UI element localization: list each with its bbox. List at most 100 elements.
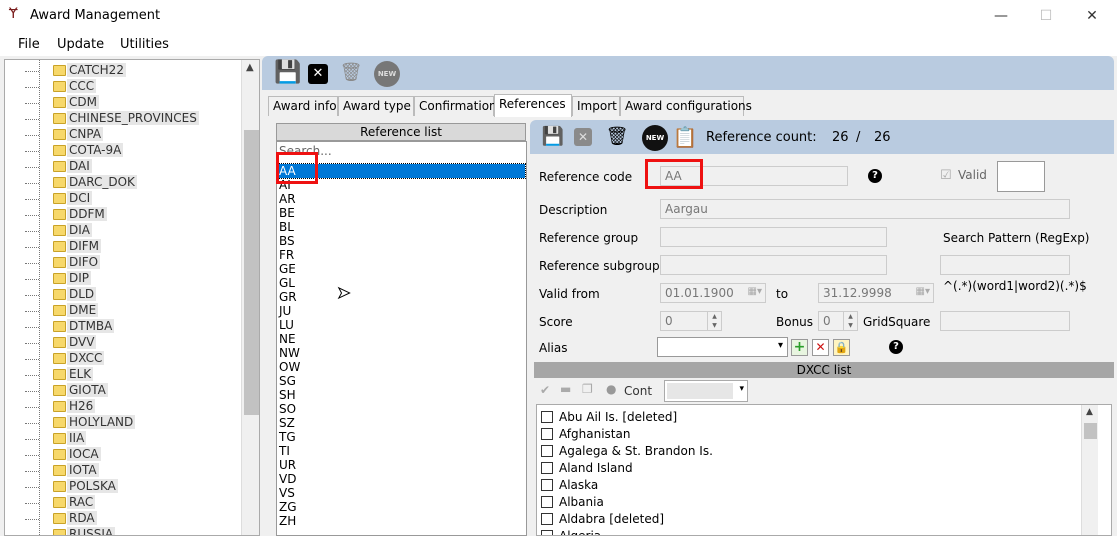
reference-list-item[interactable]: NE — [279, 332, 525, 346]
folder-icon — [53, 273, 66, 284]
valid-color-box[interactable] — [997, 161, 1045, 192]
description-input[interactable]: Aargau — [660, 199, 1070, 219]
dxcc-scroll-thumb[interactable] — [1084, 423, 1097, 439]
valid-to-input[interactable]: 31.12.9998 ▦▾ — [818, 283, 934, 303]
dxcc-item[interactable]: Albania — [541, 494, 604, 510]
close-button[interactable]: ✕ — [1077, 5, 1107, 27]
valid-from-input[interactable]: 01.01.1900 ▦▾ — [660, 283, 766, 303]
reference-list-item[interactable]: GE — [279, 262, 525, 276]
reference-group-input[interactable] — [660, 227, 887, 247]
alias-dropdown[interactable]: ▾ — [657, 337, 788, 357]
remove-alias-icon[interactable]: ✕ — [812, 339, 829, 356]
menu-file[interactable]: File — [18, 37, 40, 52]
uncheck-all-icon[interactable]: ▬ — [560, 382, 571, 396]
new-reference-icon[interactable]: NEW — [642, 125, 668, 151]
reference-list-item[interactable]: VD — [279, 472, 525, 486]
dxcc-checkbox[interactable] — [541, 513, 553, 525]
reference-list-item[interactable]: NW — [279, 346, 525, 360]
reference-list-item[interactable]: GR — [279, 290, 525, 304]
dxcc-checkbox[interactable] — [541, 411, 553, 423]
tab-import[interactable]: Import — [572, 96, 620, 116]
reference-subgroup-input[interactable] — [660, 255, 887, 275]
save-icon[interactable]: 💾 — [274, 60, 301, 86]
score-input[interactable]: 0 ▲ ▼ — [660, 311, 722, 331]
reference-list-item[interactable]: SH — [279, 388, 525, 402]
dxcc-item[interactable]: Alaska — [541, 477, 598, 493]
check-all-icon[interactable]: ✔ — [540, 383, 550, 397]
dxcc-checkbox[interactable] — [541, 530, 553, 535]
search-pattern-input[interactable] — [940, 255, 1070, 275]
dxcc-item-label: Abu Ail Is. [deleted] — [559, 410, 678, 424]
reference-list-item[interactable]: BS — [279, 234, 525, 248]
add-alias-icon[interactable]: + — [791, 339, 808, 356]
chevron-down-icon: ▾ — [739, 384, 744, 394]
reference-list-item[interactable]: BE — [279, 206, 525, 220]
reference-list[interactable]: Search... AA AI AR BE BL BS FR GE GL GR JU LU NE NW OW… — [276, 141, 527, 536]
tab-award-info[interactable]: Award info — [268, 96, 338, 116]
tree-scrollbar[interactable]: ▲ — [241, 60, 259, 535]
reference-list-item[interactable]: BL — [279, 220, 525, 234]
reference-list-item[interactable]: OW — [279, 360, 525, 374]
reference-list-item[interactable]: VS — [279, 486, 525, 500]
dxcc-item-label: Algeria — [559, 529, 602, 536]
copy-reference-icon[interactable]: 📋 — [672, 124, 698, 150]
dxcc-list[interactable]: Abu Ail Is. [deleted] Afghanistan Agalega … — [536, 404, 1112, 536]
scroll-up-icon[interactable]: ▲ — [246, 62, 254, 73]
dxcc-checkbox[interactable] — [541, 479, 553, 491]
score-spinner-icon[interactable]: ▲ ▼ — [707, 312, 721, 330]
dxcc-item[interactable]: Abu Ail Is. [deleted] — [541, 409, 677, 425]
reference-list-item[interactable]: SZ — [279, 416, 525, 430]
reference-list-item[interactable]: FR — [279, 248, 525, 262]
reference-list-item[interactable]: TG — [279, 430, 525, 444]
tab-references[interactable]: References — [494, 94, 572, 117]
help-icon[interactable]: ? — [889, 340, 903, 354]
tree-scroll-thumb[interactable] — [244, 130, 259, 415]
dxcc-item[interactable]: Algeria — [541, 528, 602, 536]
help-icon[interactable]: ? — [868, 169, 882, 183]
reference-list-item[interactable]: JU — [279, 304, 525, 318]
dxcc-scrollbar[interactable]: ▲ — [1081, 405, 1098, 535]
folder-icon — [53, 225, 66, 236]
reference-list-item[interactable]: UR — [279, 458, 525, 472]
cancel-reference-icon[interactable]: ✕ — [574, 128, 592, 146]
tab-award-type[interactable]: Award type — [338, 96, 414, 116]
cancel-icon[interactable]: ✕ — [308, 64, 328, 84]
dxcc-checkbox[interactable] — [541, 445, 553, 457]
tab-award-configurations[interactable]: Award configurations — [620, 96, 752, 116]
dxcc-item[interactable]: Aland Island — [541, 460, 633, 476]
reference-list-item[interactable]: GL — [279, 276, 525, 290]
calendar-icon[interactable]: ▦▾ — [916, 286, 930, 297]
dxcc-checkbox[interactable] — [541, 462, 553, 474]
cont-dropdown[interactable]: ▾ — [664, 380, 748, 402]
bonus-input[interactable]: 0 ▲ ▼ — [818, 311, 858, 331]
reference-list-item[interactable]: TI — [279, 444, 525, 458]
delete-reference-icon[interactable]: 🗑 — [604, 124, 630, 150]
dxcc-checkbox[interactable] — [541, 496, 553, 508]
menu-utilities[interactable]: Utilities — [120, 37, 169, 52]
save-reference-icon[interactable]: 💾 — [540, 124, 566, 150]
lock-icon[interactable]: 🔒 — [833, 339, 850, 356]
maximize-button[interactable]: ☐ — [1031, 5, 1061, 27]
dxcc-item[interactable]: Aldabra [deleted] — [541, 511, 664, 527]
globe-icon[interactable]: ● — [606, 382, 616, 396]
copy-icon[interactable]: ❐ — [582, 382, 593, 396]
minimize-button[interactable]: — — [986, 5, 1016, 27]
scroll-up-icon[interactable]: ▲ — [1086, 407, 1093, 417]
tab-confirmation[interactable]: Confirmation — [414, 96, 497, 116]
reference-list-item[interactable]: SG — [279, 374, 525, 388]
reference-list-item[interactable]: ZH — [279, 514, 525, 528]
dxcc-checkbox[interactable] — [541, 428, 553, 440]
calendar-icon[interactable]: ▦▾ — [748, 286, 762, 297]
menu-update[interactable]: Update — [57, 37, 104, 52]
new-icon[interactable]: NEW — [374, 61, 400, 87]
dxcc-item[interactable]: Afghanistan — [541, 426, 630, 442]
dxcc-item[interactable]: Agalega & St. Brandon Is. — [541, 443, 713, 459]
delete-icon[interactable]: 🗑 — [338, 60, 364, 86]
reference-list-item[interactable]: ZG — [279, 500, 525, 514]
reference-list-item[interactable]: SO — [279, 402, 525, 416]
reference-list-item[interactable]: AR — [279, 192, 525, 206]
valid-checkbox[interactable]: ☑ — [940, 168, 952, 183]
reference-list-item[interactable]: LU — [279, 318, 525, 332]
gridsquare-input[interactable] — [940, 311, 1070, 331]
bonus-spinner-icon[interactable]: ▲ ▼ — [843, 312, 857, 330]
